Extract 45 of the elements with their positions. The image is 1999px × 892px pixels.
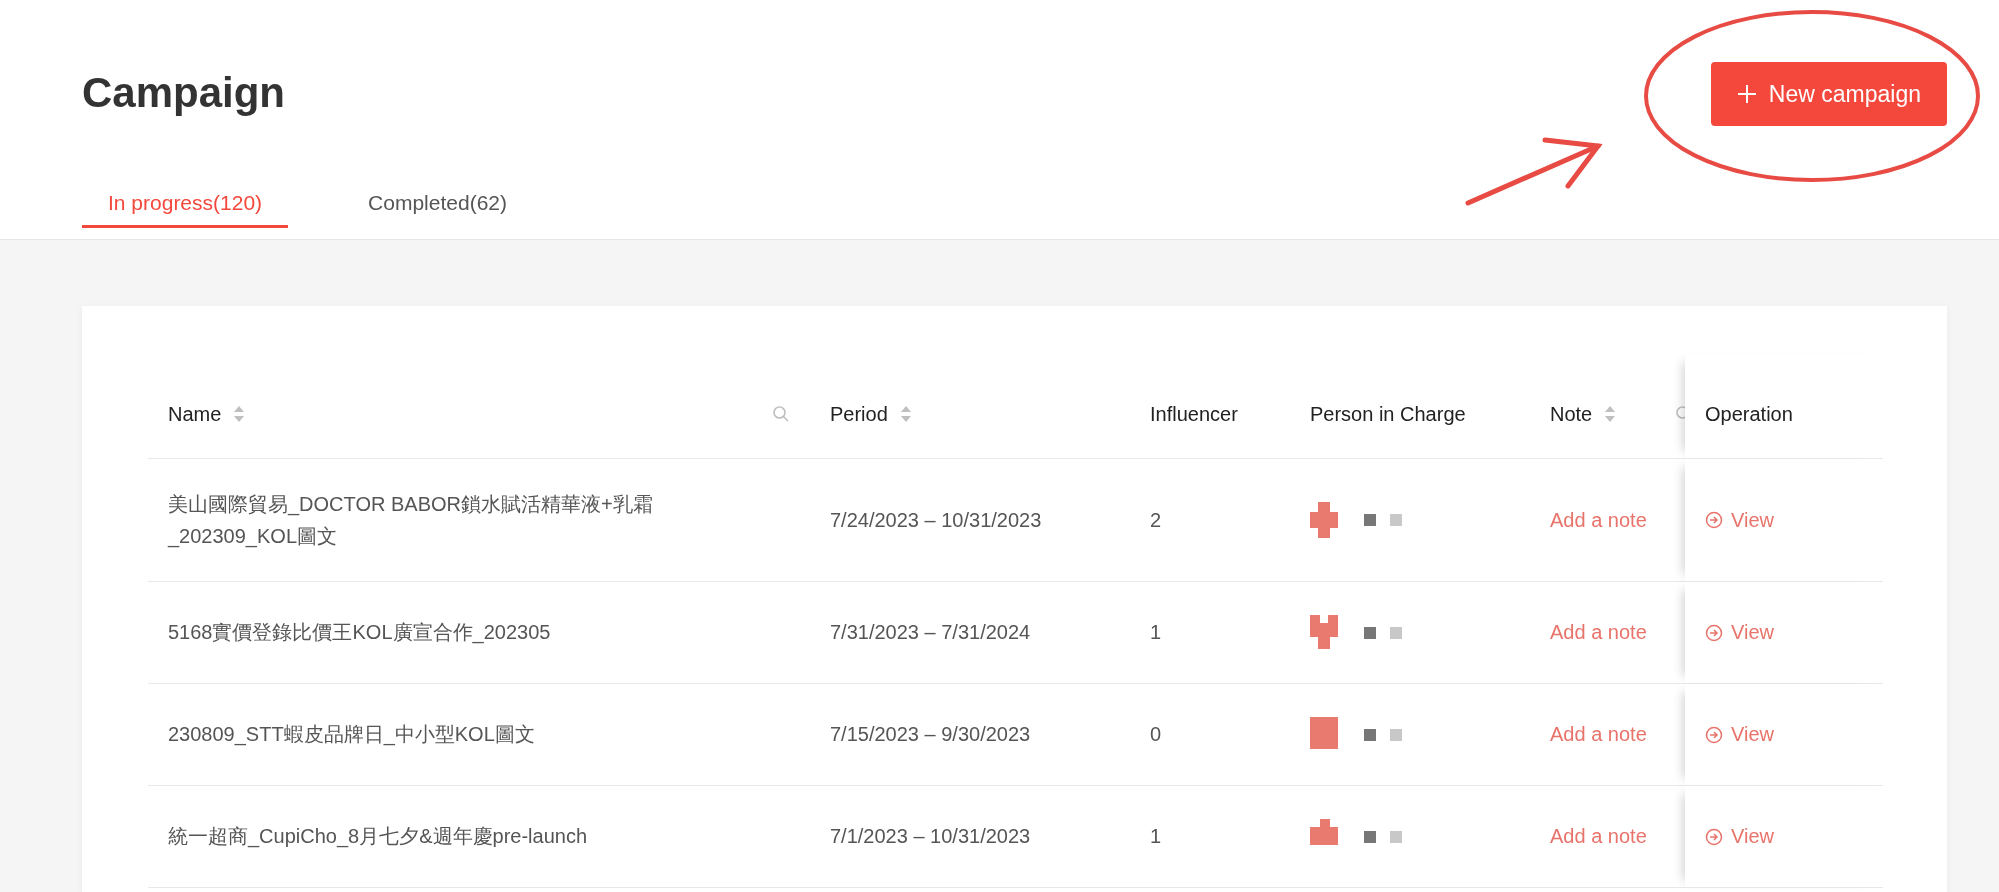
column-header: Influencer [1150, 402, 1238, 426]
arrow-circle-icon [1705, 827, 1723, 846]
campaign-name: 230809_STT蝦皮品牌日_中小型KOL圖文 [168, 722, 535, 748]
sort-icon[interactable] [233, 405, 246, 423]
plus-icon [1736, 84, 1757, 104]
tab[interactable]: Completed(62) [368, 180, 507, 228]
view-link[interactable]: View [1705, 825, 1774, 848]
add-note-link[interactable]: Add a note [1550, 825, 1647, 848]
new-campaign-button[interactable]: New campaign [1710, 62, 1947, 126]
avatar-icon [1310, 614, 1338, 651]
campaign-name: 統一超商_CupiCho_8月七夕&週年慶pre-launch [168, 824, 588, 850]
redacted-name [1364, 514, 1402, 526]
campaign-period: 7/1/2023 – 10/31/2023 [830, 825, 1031, 848]
arrow-circle-icon [1705, 725, 1723, 744]
campaign-name: 美山國際貿易_DOCTOR BABOR鎖水賦活精華液+乳霜_202309_KOL圖文 [168, 492, 654, 550]
arrow-circle-icon [1705, 511, 1723, 529]
column-header: Operation [1705, 402, 1793, 426]
campaign-period: 7/15/2023 – 9/30/2023 [830, 723, 1031, 746]
add-note-link[interactable]: Add a note [1550, 621, 1647, 644]
add-note-link[interactable]: Add a note [1550, 723, 1647, 746]
column-header: Period [830, 402, 888, 426]
sort-icon[interactable] [1604, 405, 1617, 423]
influencer-count: 2 [1150, 508, 1162, 533]
view-link[interactable]: View [1705, 504, 1774, 536]
column-header: Note [1550, 402, 1593, 426]
column-header: Person in Charge [1310, 402, 1466, 426]
add-note-link[interactable]: Add a note [1550, 504, 1647, 536]
sort-icon[interactable] [899, 405, 912, 423]
page-title: Campaign [82, 69, 286, 117]
redacted-name [1364, 626, 1402, 639]
view-link[interactable]: View [1705, 621, 1774, 644]
avatar-icon [1310, 502, 1338, 538]
search-icon[interactable] [772, 405, 790, 423]
redacted-name [1364, 728, 1402, 741]
tab[interactable]: In progress(120) [82, 180, 289, 228]
influencer-count: 0 [1150, 723, 1162, 746]
redacted-name [1364, 830, 1402, 843]
campaign-period: 7/24/2023 – 10/31/2023 [830, 508, 1042, 533]
campaign-name: 5168實價登錄比價王KOL廣宣合作_202305 [168, 620, 551, 646]
view-link[interactable]: View [1705, 723, 1774, 746]
influencer-count: 1 [1150, 621, 1162, 644]
arrow-circle-icon [1705, 623, 1723, 642]
campaign-period: 7/31/2023 – 7/31/2024 [830, 621, 1031, 644]
column-header: Name [168, 402, 222, 426]
influencer-count: 1 [1150, 825, 1162, 848]
